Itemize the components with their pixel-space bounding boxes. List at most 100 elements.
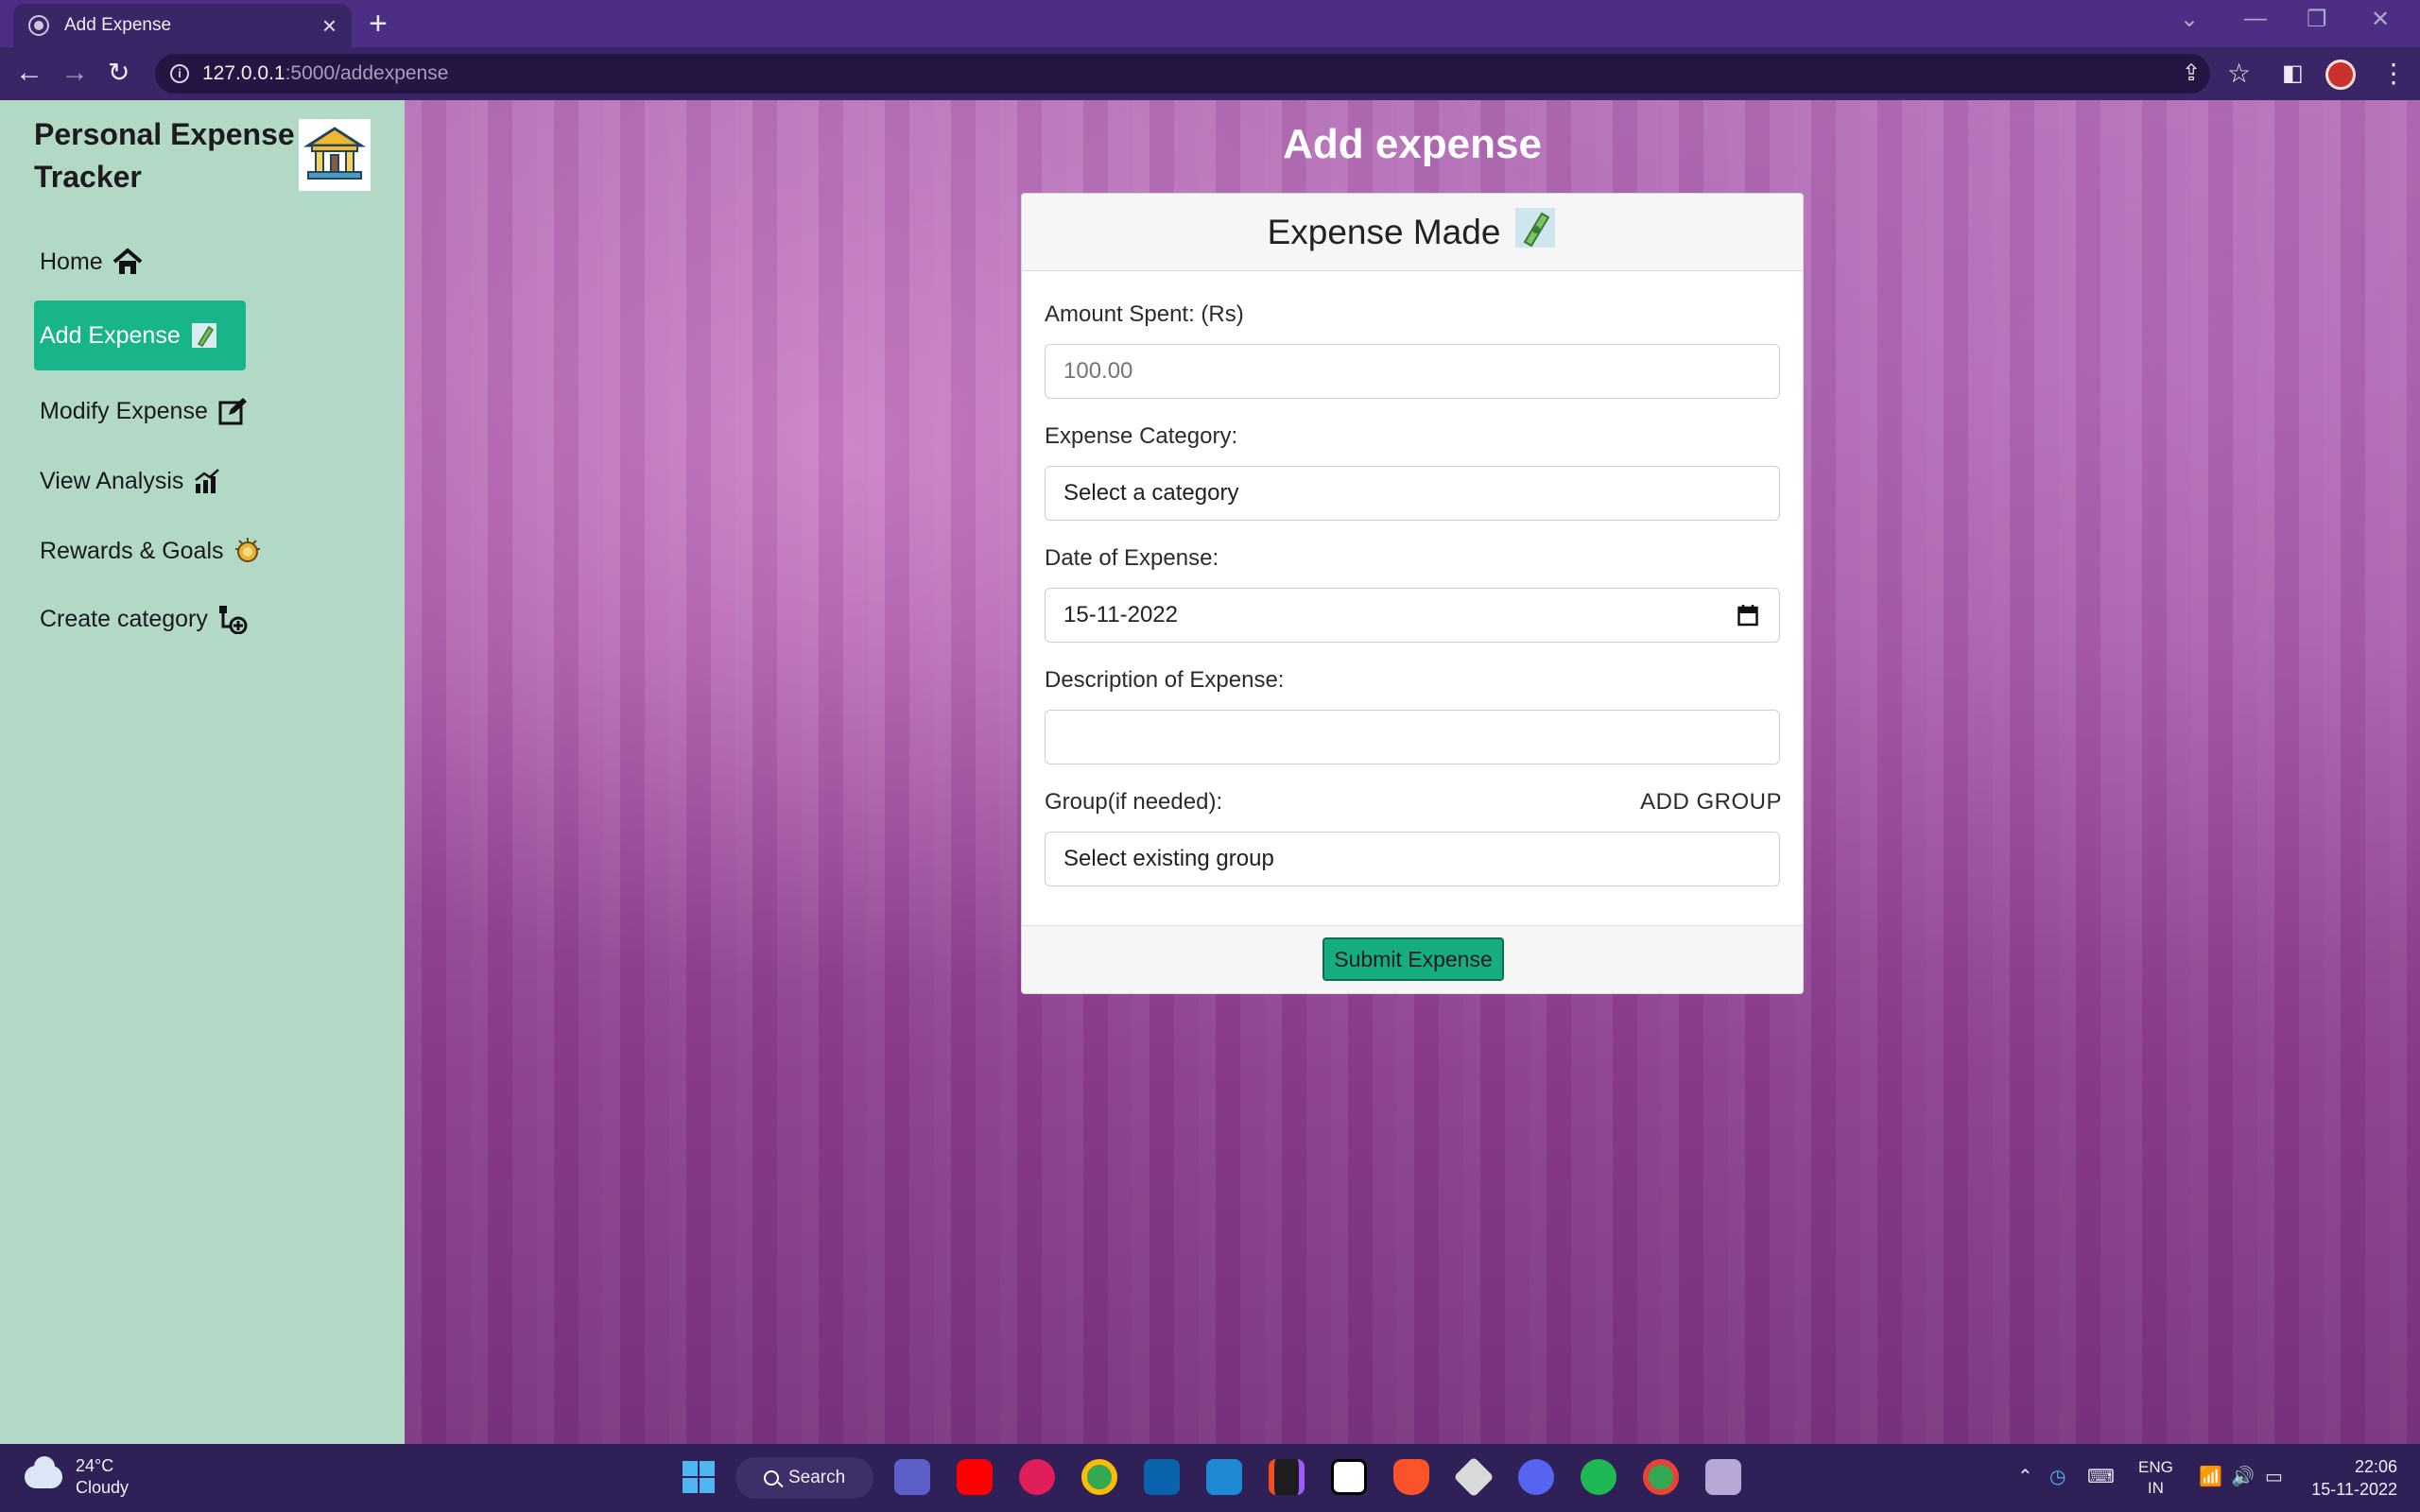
- temperature: 24°C: [76, 1456, 114, 1475]
- sidebar-item-label: View Analysis: [40, 467, 184, 494]
- bookmark-star-icon[interactable]: ☆: [2227, 59, 2251, 89]
- url-path: :5000/addexpense: [285, 62, 449, 84]
- sidebar-item-view-analysis[interactable]: View Analysis: [34, 446, 227, 516]
- description-label: Description of Expense:: [1045, 667, 1285, 693]
- side-panel-icon[interactable]: ◧: [2282, 59, 2304, 89]
- windows-start-icon[interactable]: [681, 1459, 717, 1495]
- taskbar: 24°C Cloudy Search ⌃ ◷ ⌨ ENG IN 📶 🔊 ▭ 22…: [0, 1444, 2420, 1512]
- share-icon[interactable]: ⇪: [2182, 59, 2201, 89]
- sidebar-item-add-expense[interactable]: Add Expense: [34, 301, 246, 370]
- chart-icon: [193, 467, 221, 495]
- category-label: Expense Category:: [1045, 423, 1238, 449]
- spotify-icon[interactable]: [1581, 1459, 1616, 1495]
- clock-time: 22:06: [2354, 1457, 2397, 1476]
- browser-menu-icon[interactable]: ⋮: [2380, 59, 2407, 89]
- group-label: Group(if needed):: [1045, 789, 1223, 815]
- close-window-icon[interactable]: ✕: [2371, 6, 2390, 33]
- reload-icon[interactable]: ↻: [108, 57, 130, 89]
- submit-expense-button[interactable]: Submit Expense: [1322, 937, 1504, 981]
- minimize-icon[interactable]: —: [2244, 6, 2267, 32]
- vscode-icon[interactable]: [1206, 1459, 1242, 1495]
- card-title: Expense Made: [1267, 212, 1501, 251]
- chrome-icon[interactable]: [1081, 1459, 1117, 1495]
- forward-icon[interactable]: →: [60, 57, 89, 89]
- back-icon[interactable]: ←: [15, 57, 43, 89]
- main-content: Add expense Expense Made Amount Spent: (…: [405, 100, 2420, 1444]
- chrome-profile-icon[interactable]: [1643, 1459, 1679, 1495]
- region-code: IN: [2147, 1479, 2164, 1497]
- unity-icon[interactable]: [1453, 1456, 1495, 1498]
- language-code: ENG: [2138, 1458, 2173, 1476]
- cloud-icon: [25, 1456, 62, 1488]
- youtube-icon[interactable]: [957, 1459, 993, 1495]
- site-info-icon[interactable]: i: [170, 64, 189, 83]
- date-label: Date of Expense:: [1045, 545, 1219, 571]
- taskbar-search-label: Search: [788, 1468, 846, 1487]
- new-tab-button[interactable]: +: [369, 6, 388, 42]
- search-icon: [764, 1470, 779, 1486]
- expense-form-card: Expense Made Amount Spent: (Rs) 100.00 E…: [1021, 193, 1804, 994]
- brave-icon[interactable]: [1393, 1459, 1429, 1495]
- address-bar[interactable]: i 127.0.0.1:5000/addexpense: [155, 54, 2210, 94]
- sidebar-item-label: Home: [40, 248, 103, 275]
- weather-condition: Cloudy: [76, 1478, 130, 1497]
- edit-icon: [217, 396, 248, 426]
- sidebar-item-home[interactable]: Home: [34, 227, 148, 297]
- weather-widget[interactable]: 24°C Cloudy: [25, 1455, 129, 1499]
- description-input[interactable]: [1045, 710, 1780, 765]
- calendar-icon[interactable]: [1737, 604, 1758, 627]
- notion-icon[interactable]: [1331, 1459, 1367, 1495]
- volume-icon[interactable]: 🔊: [2231, 1465, 2255, 1488]
- app-brand: Personal Expense Tracker: [34, 117, 295, 194]
- keyboard-icon[interactable]: ⌨: [2087, 1465, 2115, 1488]
- card-footer: Submit Expense: [1022, 925, 1803, 993]
- language-indicator[interactable]: ENG IN: [2138, 1457, 2173, 1499]
- tray-overflow-icon[interactable]: ⌃: [2017, 1465, 2033, 1488]
- sidebar-item-label: Add Expense: [40, 321, 181, 349]
- tab-title: Add Expense: [64, 15, 172, 35]
- sidebar-item-rewards-goals[interactable]: Rewards & Goals: [34, 516, 268, 586]
- cash-icon: [1513, 206, 1557, 258]
- home-icon: [112, 248, 143, 276]
- tab-search-icon[interactable]: ⌄: [2180, 6, 2199, 33]
- taskbar-search[interactable]: Search: [735, 1457, 873, 1499]
- slack-icon[interactable]: [1019, 1459, 1055, 1495]
- outlook-icon[interactable]: [1144, 1459, 1180, 1495]
- browser-tab[interactable]: Add Expense ×: [13, 4, 352, 47]
- clock-date: 15-11-2022: [2311, 1480, 2397, 1499]
- discord-icon[interactable]: [1518, 1459, 1554, 1495]
- bank-logo-icon: [299, 119, 371, 191]
- system-clock[interactable]: 22:06 15-11-2022: [2310, 1455, 2397, 1501]
- amount-label: Amount Spent: (Rs): [1045, 301, 1244, 327]
- medal-icon: [233, 537, 262, 565]
- figma-icon[interactable]: [1269, 1459, 1305, 1495]
- sidebar-item-label: Create category: [40, 605, 208, 632]
- date-input[interactable]: 15-11-2022: [1045, 588, 1780, 643]
- sidebar: Personal Expense Tracker Home Add Expens…: [0, 100, 405, 1444]
- snipping-tool-icon[interactable]: [1705, 1459, 1741, 1495]
- category-select[interactable]: Select a category: [1045, 466, 1780, 521]
- cash-icon: [190, 321, 218, 350]
- group-select[interactable]: Select existing group: [1045, 832, 1780, 886]
- page-viewport: Personal Expense Tracker Home Add Expens…: [0, 100, 2420, 1444]
- browser-toolbar: ← → ↻ i 127.0.0.1:5000/addexpense ⇪ ☆ ◧ …: [0, 47, 2420, 100]
- battery-icon[interactable]: ▭: [2265, 1465, 2283, 1488]
- card-header: Expense Made: [1022, 194, 1803, 271]
- browser-tab-strip: Add Expense × + ⌄ — ❐ ✕: [0, 0, 2420, 47]
- teams-icon[interactable]: [894, 1459, 930, 1495]
- globe-icon: [28, 15, 49, 36]
- restore-icon[interactable]: ❐: [2307, 6, 2327, 33]
- sidebar-item-modify-expense[interactable]: Modify Expense: [34, 376, 253, 446]
- category-add-icon: [217, 604, 248, 634]
- tab-close-button[interactable]: ×: [322, 13, 337, 38]
- wifi-icon[interactable]: 📶: [2199, 1465, 2222, 1488]
- sidebar-item-create-category[interactable]: Create category: [34, 584, 253, 654]
- date-value: 15-11-2022: [1063, 602, 1178, 627]
- amount-input[interactable]: 100.00: [1045, 344, 1780, 399]
- add-group-link[interactable]: ADD GROUP: [1640, 789, 1782, 816]
- sidebar-item-label: Rewards & Goals: [40, 537, 224, 564]
- url-host: 127.0.0.1: [202, 62, 285, 84]
- sidebar-item-label: Modify Expense: [40, 397, 208, 424]
- profile-avatar[interactable]: [2325, 60, 2356, 90]
- clock-app-icon[interactable]: ◷: [2049, 1465, 2066, 1488]
